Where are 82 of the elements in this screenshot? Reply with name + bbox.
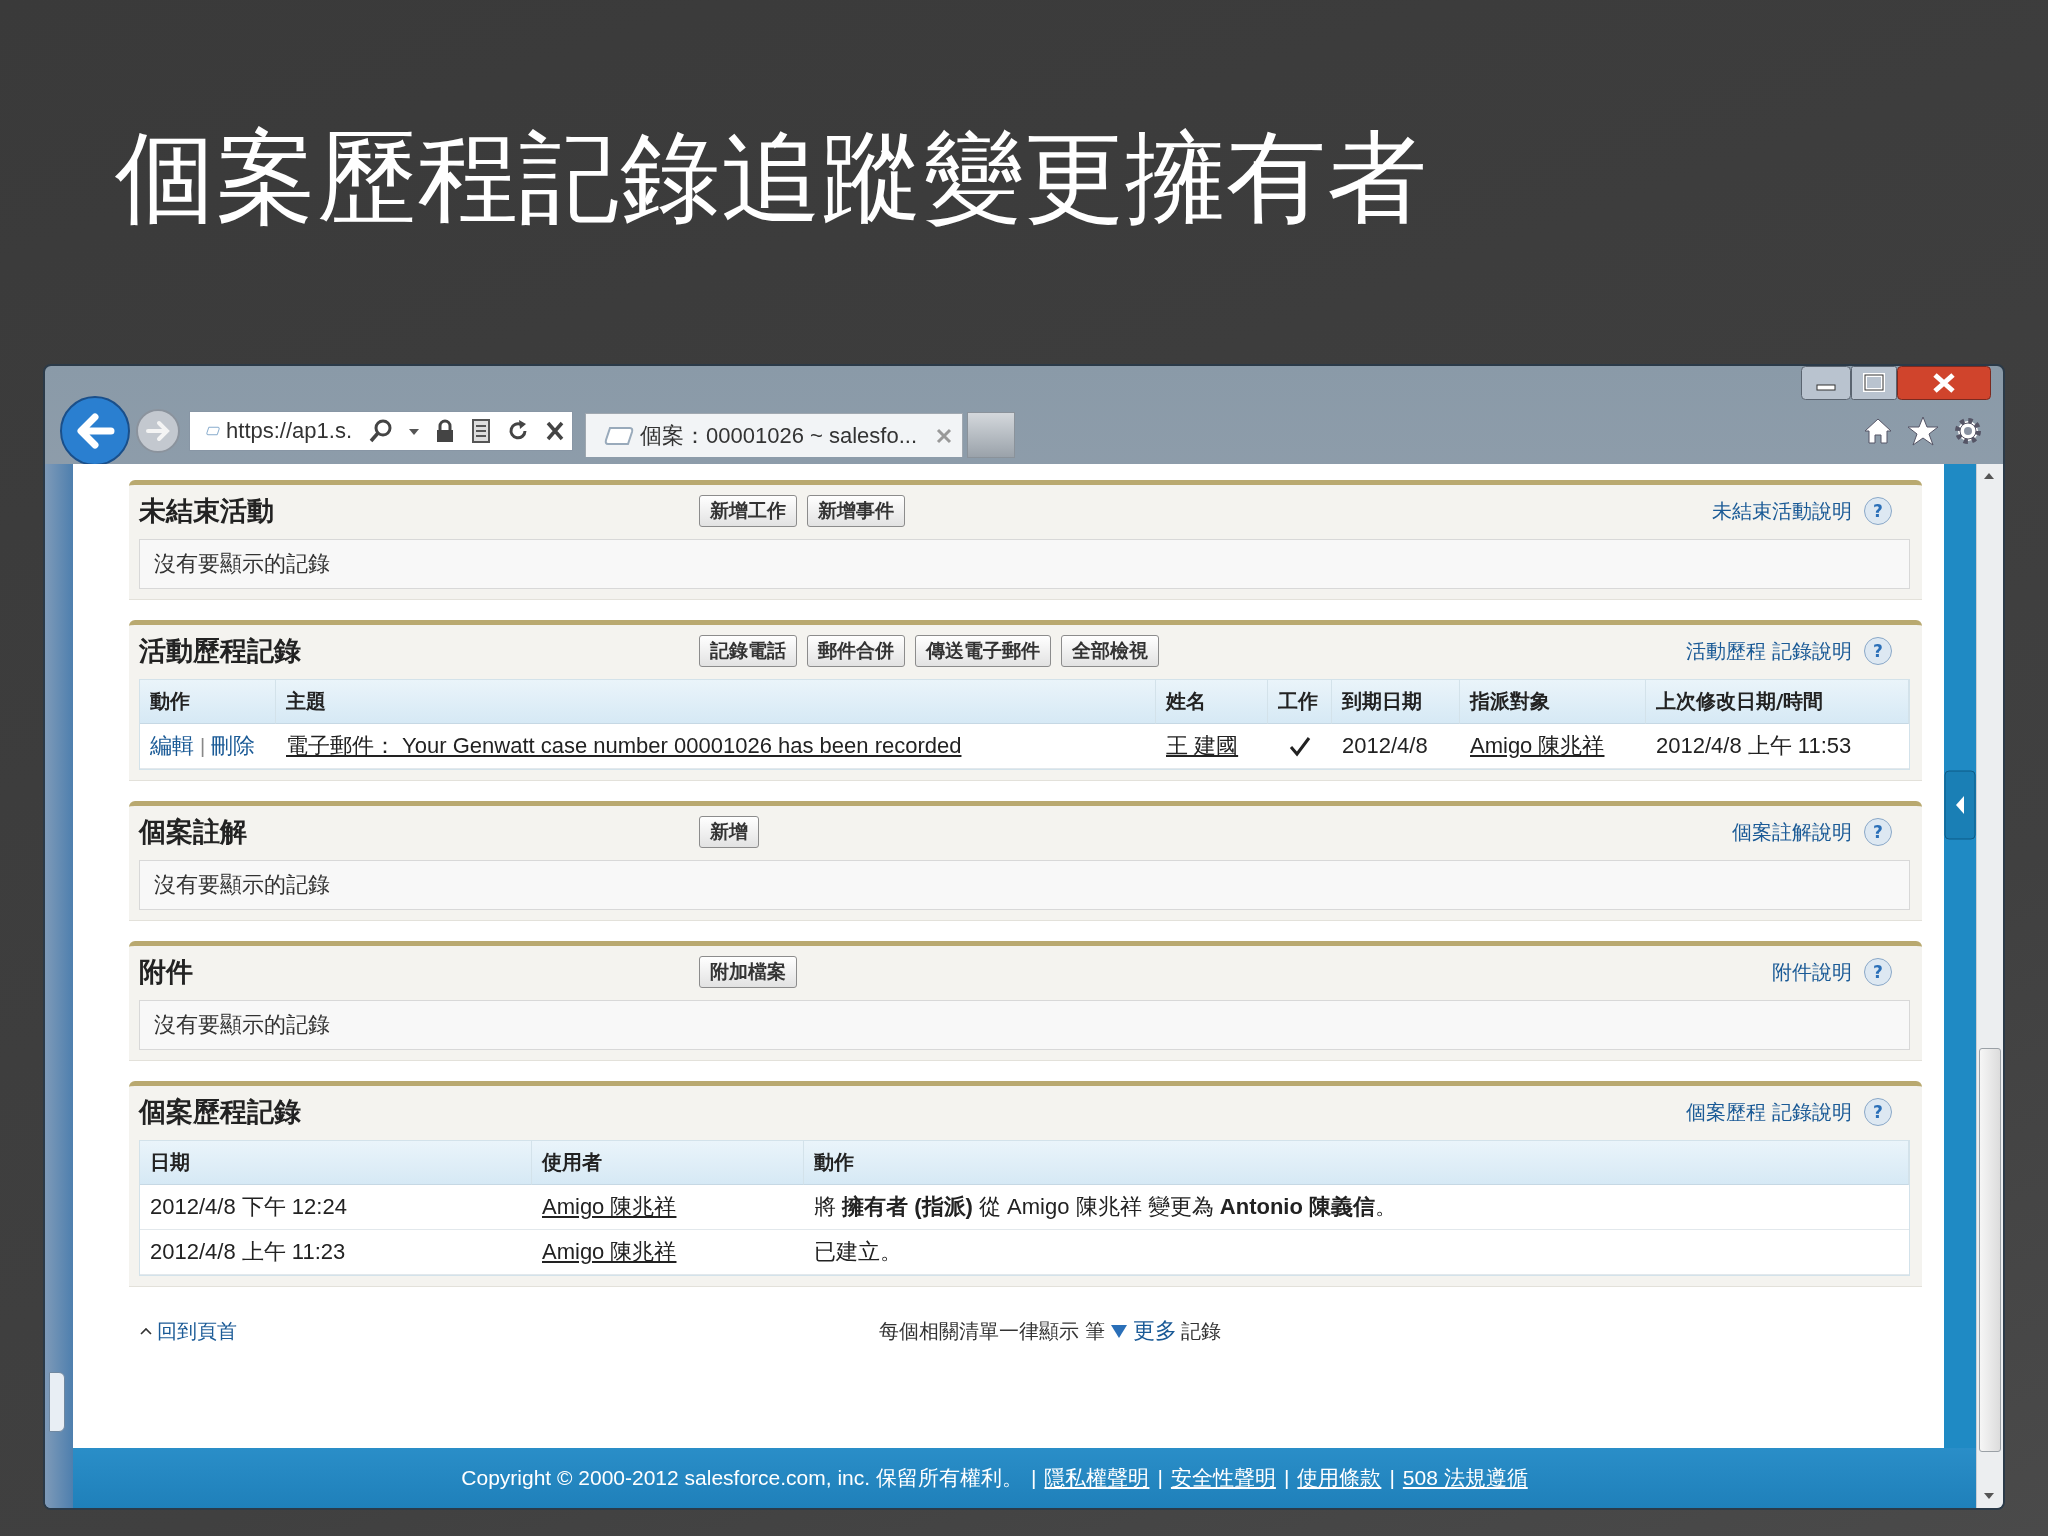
column-header: 上次修改日期/時間: [1646, 680, 1909, 724]
empty-message: 沒有要顯示的記錄: [139, 539, 1910, 589]
separator: |: [1157, 1466, 1163, 1490]
action-button[interactable]: 附加檔案: [699, 956, 797, 988]
records-per-list-text: 每個相關清單一律顯示 筆: [879, 1317, 1106, 1345]
search-icon[interactable]: [368, 418, 394, 444]
column-header: 姓名: [1156, 680, 1268, 724]
scroll-thumb[interactable]: [1979, 1048, 2001, 1452]
help-link[interactable]: 未結束活動說明: [1712, 497, 1852, 525]
separator: |: [1030, 1466, 1037, 1490]
section-title: 個案歷程記錄: [139, 1095, 302, 1129]
action-button[interactable]: 新增: [699, 816, 759, 848]
settings-icon[interactable]: [1953, 416, 1983, 446]
section-title: 未結束活動: [139, 494, 275, 528]
table-cell-text: 2012/4/8 上午 11:23: [150, 1238, 346, 1266]
separator: |: [1389, 1466, 1395, 1490]
help-link[interactable]: 個案註解說明: [1732, 818, 1852, 846]
help-link[interactable]: 附件說明: [1772, 958, 1852, 986]
star-icon[interactable]: [1907, 416, 1939, 446]
help-icon[interactable]: ?: [1864, 637, 1892, 665]
browser-tab[interactable]: 個案：00001026 ~ salesfo...: [585, 413, 963, 457]
help-link[interactable]: 活動歷程 記錄說明: [1685, 637, 1852, 665]
copyright-text: Copyright © 2000-2012 salesforce.com, inc. 保留所有權利。: [461, 1465, 1023, 1491]
lock-icon: [434, 418, 456, 444]
close-button[interactable]: [1897, 366, 1991, 400]
contact-link[interactable]: 王 建國: [1166, 731, 1239, 761]
column-header: 動作: [804, 1141, 1909, 1185]
separator: |: [200, 734, 206, 758]
forward-button[interactable]: [135, 408, 181, 454]
help-icon[interactable]: ?: [1864, 818, 1892, 846]
empty-message: 沒有要顯示的記錄: [139, 860, 1910, 910]
slide-title: 個案歷程記錄追蹤變更擁有者: [115, 118, 1429, 238]
back-to-top-link[interactable]: 回到頁首: [139, 1317, 879, 1345]
footer-link[interactable]: 隱私權聲明: [1044, 1464, 1150, 1492]
help-icon[interactable]: ?: [1864, 1098, 1892, 1126]
action-button[interactable]: 全部檢視: [1061, 635, 1159, 667]
table-cell-text: 已建立。: [814, 1238, 902, 1266]
empty-message: 沒有要顯示的記錄: [139, 1000, 1910, 1050]
column-header: 工作: [1268, 680, 1332, 724]
more-link[interactable]: 更多: [1133, 1316, 1178, 1346]
action-button[interactable]: 傳送電子郵件: [915, 635, 1051, 667]
column-header: 指派對象: [1460, 680, 1646, 724]
action-button[interactable]: 新增工作: [699, 495, 797, 527]
separator: |: [1283, 1466, 1290, 1490]
table-cell-text: 2012/4/8 上午 11:53: [1656, 732, 1852, 760]
action-button[interactable]: 郵件合併: [807, 635, 905, 667]
footer-link[interactable]: 使用條款: [1297, 1464, 1382, 1492]
section-title: 活動歷程記錄: [139, 634, 302, 668]
home-icon[interactable]: [1863, 416, 1893, 446]
help-link[interactable]: 個案歷程 記錄說明: [1685, 1098, 1852, 1126]
action-button[interactable]: 記錄電話: [699, 635, 797, 667]
column-header: 使用者: [532, 1141, 804, 1185]
sidebar-toggle[interactable]: [1944, 770, 1976, 840]
user-link[interactable]: Amigo 陳兆祥: [542, 1237, 677, 1267]
subject-link[interactable]: 電子郵件： Your Genwatt case number 00001026 has been recorded: [286, 731, 962, 761]
column-header: 主題: [276, 680, 1156, 724]
table-cell: 2012/4/8: [1342, 733, 1428, 759]
column-header: 日期: [140, 1141, 532, 1185]
help-icon[interactable]: ?: [1864, 497, 1892, 525]
section-title: 個案註解: [139, 815, 248, 849]
back-button[interactable]: [59, 395, 131, 467]
delete-link[interactable]: 刪除: [211, 731, 256, 761]
section-title: 附件: [139, 955, 194, 989]
help-icon[interactable]: ?: [1864, 958, 1892, 986]
scrollbar[interactable]: [1976, 464, 2003, 1508]
user-link[interactable]: Amigo 陳兆祥: [542, 1192, 677, 1222]
maximize-button[interactable]: [1851, 366, 1897, 400]
edit-link[interactable]: 編輯: [150, 731, 194, 761]
user-link[interactable]: Amigo 陳兆祥: [1470, 731, 1605, 761]
table-cell-text: 將 擁有者 (指派) 從 Amigo 陳兆祥 變更為 Antonio 陳義信。: [814, 1193, 1397, 1221]
footer-link[interactable]: 安全性聲明: [1170, 1464, 1276, 1492]
triangle-down-icon: [1109, 1322, 1130, 1340]
column-header: 動作: [140, 680, 276, 724]
column-header: 到期日期: [1332, 680, 1460, 724]
panel-toggle[interactable]: [49, 1372, 65, 1432]
document-icon[interactable]: [470, 418, 492, 444]
action-button[interactable]: 新增事件: [807, 495, 905, 527]
table-cell-text: 2012/4/8 下午 12:24: [150, 1193, 347, 1221]
minimize-button[interactable]: [1801, 366, 1851, 400]
address-field[interactable]: https://ap1.s.: [189, 411, 573, 451]
footer-link[interactable]: 508 法規遵循: [1402, 1464, 1528, 1492]
records-text: 記錄: [1181, 1317, 1222, 1345]
